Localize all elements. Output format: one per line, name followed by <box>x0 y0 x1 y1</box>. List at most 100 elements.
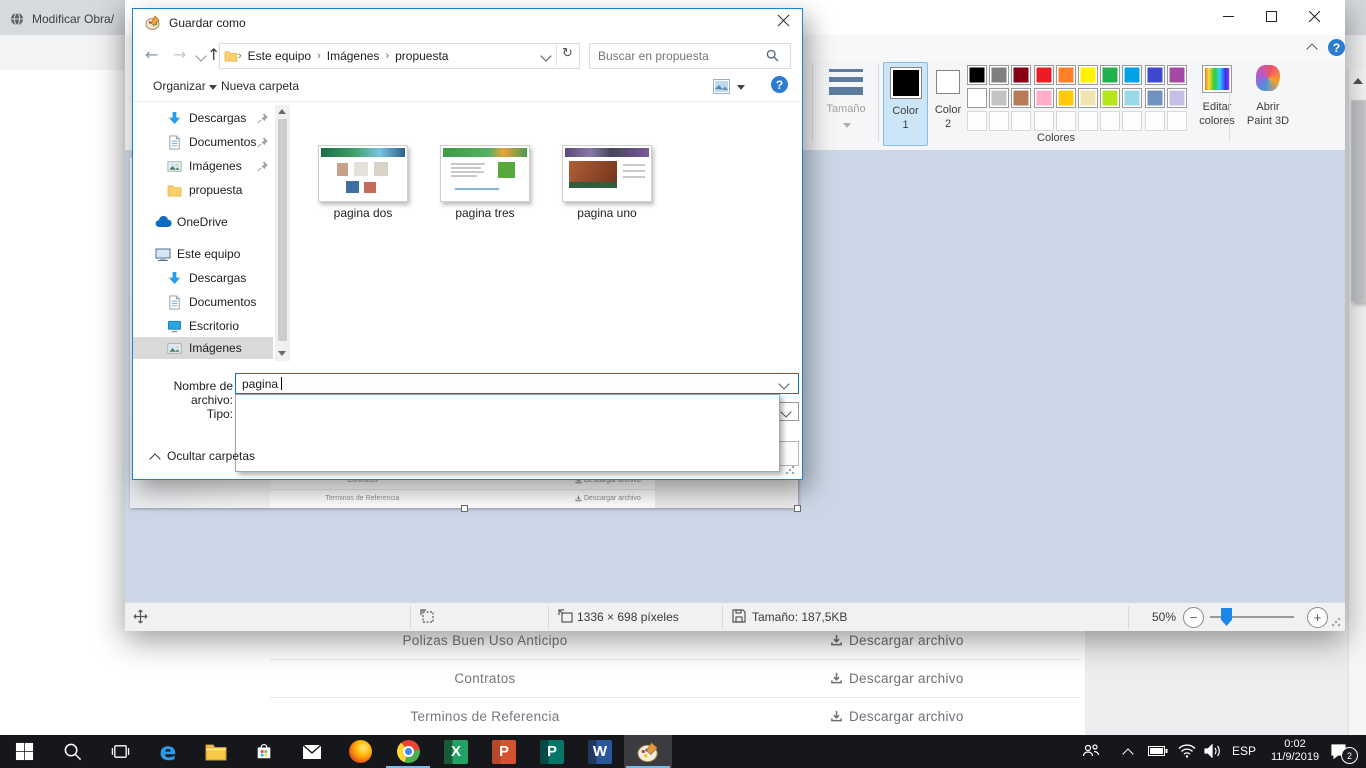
sidebar-item-propuesta[interactable]: propuesta <box>133 179 273 201</box>
palette-empty-slot[interactable] <box>1145 111 1165 131</box>
palette-color-#c8bfe7[interactable] <box>1167 88 1187 108</box>
battery-icon[interactable] <box>1148 745 1168 757</box>
palette-empty-slot[interactable] <box>967 111 987 131</box>
close-button[interactable] <box>1293 0 1336 32</box>
palette-empty-slot[interactable] <box>1167 111 1187 131</box>
size-button[interactable]: Tamaño <box>817 63 875 145</box>
refresh-icon[interactable]: ↻ <box>562 46 573 61</box>
wifi-icon[interactable] <box>1178 744 1196 758</box>
dialog-help-icon[interactable]: ? <box>771 76 788 93</box>
file-item-pagina-uno[interactable]: pagina uno <box>547 145 667 220</box>
filename-input[interactable]: pagina <box>235 373 799 394</box>
dialog-close-button[interactable] <box>777 14 790 27</box>
hide-folders-button[interactable]: Ocultar carpetas <box>167 449 255 463</box>
filetype-dropdown-list[interactable] <box>235 394 780 472</box>
breadcrumb-item-imagenes[interactable]: Imágenes <box>321 49 386 63</box>
sidebar-scroll-up-icon[interactable] <box>278 109 286 114</box>
palette-empty-slot[interactable] <box>1056 111 1076 131</box>
palette-empty-slot[interactable] <box>1122 111 1142 131</box>
palette-empty-slot[interactable] <box>1100 111 1120 131</box>
nav-history-dropdown-icon[interactable] <box>195 50 206 61</box>
palette-color-#ff7f27[interactable] <box>1056 65 1076 85</box>
collapse-ribbon-icon[interactable] <box>1306 43 1317 54</box>
palette-color-#c3c3c3[interactable] <box>989 88 1009 108</box>
filename-dropdown-icon[interactable] <box>778 378 789 389</box>
palette-empty-slot[interactable] <box>1011 111 1031 131</box>
taskbar-store-button[interactable] <box>240 735 288 768</box>
taskbar-task-view-button[interactable] <box>96 735 144 768</box>
sidebar-scroll-down-icon[interactable] <box>278 351 286 356</box>
taskbar-word-button[interactable]: W <box>576 735 624 768</box>
taskbar-powerpoint-button[interactable]: P <box>480 735 528 768</box>
sidebar-item-onedrive[interactable]: OneDrive <box>133 211 273 233</box>
minimize-button[interactable] <box>1207 0 1250 32</box>
dialog-resize-grip[interactable] <box>785 465 795 475</box>
palette-color-#000000[interactable] <box>967 65 987 85</box>
sidebar-item-documentos[interactable]: Documentos <box>133 291 273 313</box>
taskbar-publisher-button[interactable]: P <box>528 735 576 768</box>
palette-color-#fff200[interactable] <box>1078 65 1098 85</box>
palette-color-#ffffff[interactable] <box>967 88 987 108</box>
resize-handle-bottom-right[interactable] <box>794 505 801 512</box>
palette-color-#b97a57[interactable] <box>1011 88 1031 108</box>
browser-scrollbar[interactable] <box>1348 70 1366 735</box>
palette-color-#a349a4[interactable] <box>1167 65 1187 85</box>
sidebar-item-descargas[interactable]: Descargas <box>133 107 273 129</box>
sidebar-scroll-thumb[interactable] <box>278 119 287 341</box>
palette-color-#22b14c[interactable] <box>1100 65 1120 85</box>
download-link[interactable]: Descargar archivo <box>830 697 964 735</box>
palette-color-#00a2e8[interactable] <box>1122 65 1142 85</box>
taskbar-paint-button[interactable] <box>624 735 672 768</box>
file-item-pagina-dos[interactable]: pagina dos <box>303 145 423 220</box>
sidebar-item-descargas[interactable]: Descargas <box>133 267 273 289</box>
organize-button[interactable]: Organizar <box>153 79 217 93</box>
view-mode-dropdown-icon[interactable] <box>737 85 745 90</box>
nav-back-icon[interactable]: ← <box>145 45 158 64</box>
taskbar-firefox-button[interactable] <box>336 735 384 768</box>
search-input[interactable] <box>596 46 760 66</box>
scrollbar-up-arrow-icon[interactable] <box>1353 78 1363 84</box>
browser-tab[interactable]: Modificar Obra/ <box>10 7 114 31</box>
scrollbar-thumb[interactable] <box>1351 100 1366 302</box>
sidebar-scrollbar[interactable] <box>275 105 290 361</box>
palette-color-#7f7f7f[interactable] <box>989 65 1009 85</box>
taskbar-chrome-button[interactable] <box>384 735 432 768</box>
maximize-button[interactable] <box>1250 0 1293 32</box>
palette-color-#ffc90e[interactable] <box>1056 88 1076 108</box>
tray-expand-icon[interactable] <box>1122 748 1133 759</box>
filetype-dropdown-icon[interactable] <box>780 406 791 417</box>
window-resize-grip[interactable] <box>1331 617 1341 627</box>
search-box[interactable] <box>589 43 791 69</box>
volume-icon[interactable] <box>1204 744 1221 758</box>
taskbar-search-button[interactable] <box>48 735 96 768</box>
zoom-slider-thumb[interactable] <box>1221 608 1232 626</box>
taskbar-edge-button[interactable]: e <box>144 735 192 768</box>
people-icon[interactable] <box>1082 743 1100 759</box>
zoom-out-button[interactable]: − <box>1183 607 1204 628</box>
sidebar-item-documentos[interactable]: Documentos <box>133 131 273 153</box>
palette-color-#ed1c24[interactable] <box>1034 65 1054 85</box>
new-folder-button[interactable]: Nueva carpeta <box>221 79 299 93</box>
palette-color-#7092be[interactable] <box>1145 88 1165 108</box>
clock[interactable]: 0:02 11/9/2019 <box>1266 738 1324 764</box>
sidebar-item-este-equipo[interactable]: Este equipo <box>133 243 273 265</box>
download-link[interactable]: Descargar archivo <box>830 659 964 697</box>
palette-empty-slot[interactable] <box>989 111 1009 131</box>
address-dropdown-icon[interactable] <box>540 50 551 61</box>
address-bar[interactable]: ›Este equipo ›Imágenes ›propuesta ↻ <box>219 43 580 69</box>
open-paint3d-button[interactable]: Abrir Paint 3D <box>1235 63 1301 145</box>
file-item-pagina-tres[interactable]: pagina tres <box>425 145 545 220</box>
language-indicator[interactable]: ESP <box>1232 744 1256 758</box>
nav-forward-icon[interactable]: → <box>173 45 186 64</box>
sidebar-item-escritorio[interactable]: Escritorio <box>133 315 273 337</box>
palette-empty-slot[interactable] <box>1034 111 1054 131</box>
sidebar-item-imágenes[interactable]: Imágenes <box>133 155 273 177</box>
taskbar-excel-button[interactable]: X <box>432 735 480 768</box>
palette-color-#efe4b0[interactable] <box>1078 88 1098 108</box>
resize-handle-bottom-center[interactable] <box>461 505 468 512</box>
palette-color-#3f48cc[interactable] <box>1145 65 1165 85</box>
palette-empty-slot[interactable] <box>1078 111 1098 131</box>
taskbar-file-explorer-button[interactable] <box>192 735 240 768</box>
taskbar-mail-button[interactable] <box>288 735 336 768</box>
palette-color-#b5e61d[interactable] <box>1100 88 1120 108</box>
